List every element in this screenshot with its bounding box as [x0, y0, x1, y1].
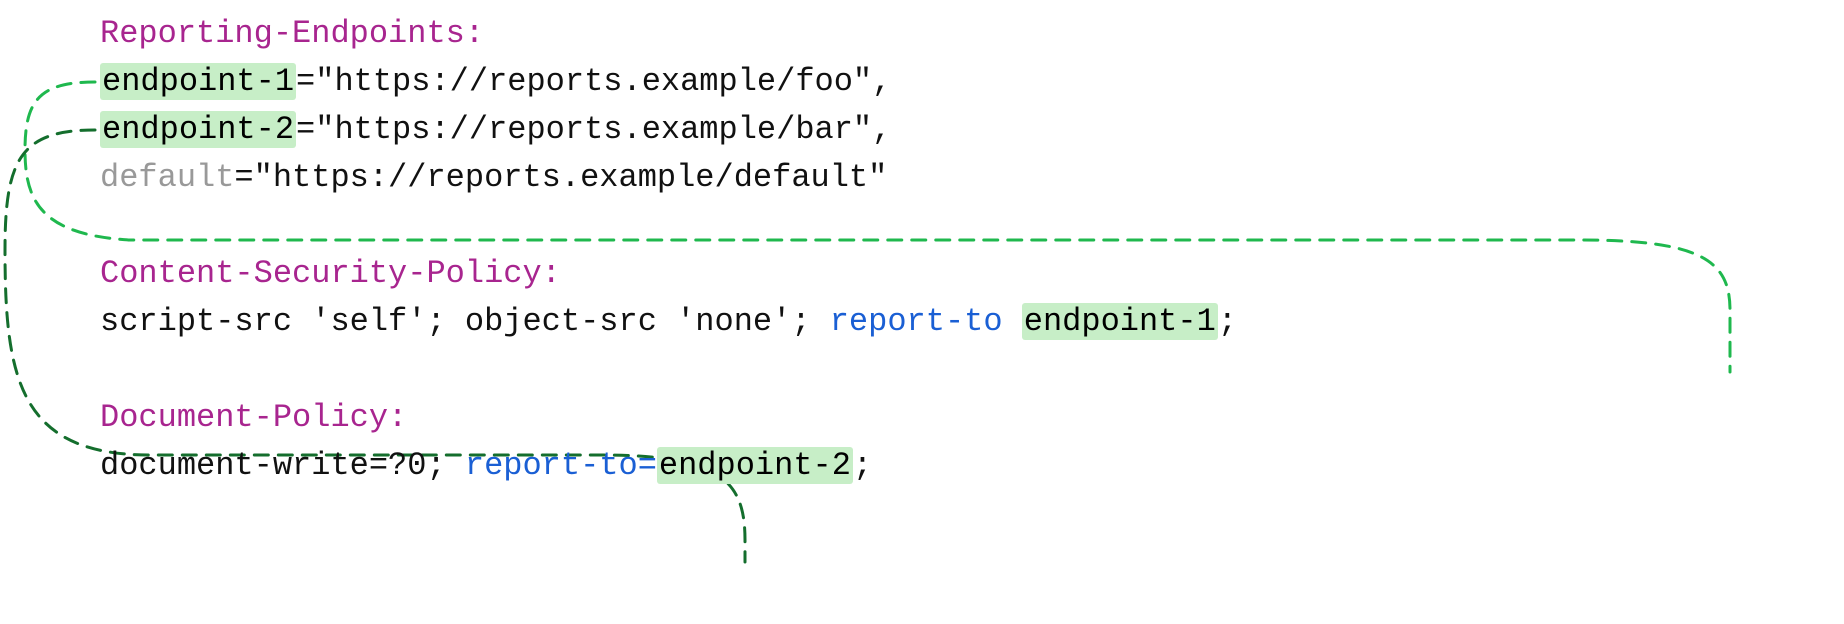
document-policy-block: Document-Policy: document-write=?0; repo…	[100, 394, 1824, 490]
reporting-header-name: Reporting-Endpoints:	[100, 15, 484, 52]
docpolicy-report-to-keyword: report-to	[465, 447, 638, 484]
csp-directives: script-src 'self'; object-src 'none';	[100, 303, 830, 340]
code-block: Reporting-Endpoints: endpoint-1="https:/…	[100, 10, 1824, 490]
docpolicy-report-to-target: endpoint-2	[657, 447, 853, 484]
docpolicy-directives: document-write=?0;	[100, 447, 465, 484]
endpoint-1-key: endpoint-1	[100, 63, 296, 100]
csp-report-to-target: endpoint-1	[1022, 303, 1218, 340]
endpoint-2-key: endpoint-2	[100, 111, 296, 148]
endpoint-1-url: "https://reports.example/foo"	[315, 63, 872, 100]
default-endpoint-url: "https://reports.example/default"	[254, 159, 888, 196]
reporting-endpoints-block: Reporting-Endpoints: endpoint-1="https:/…	[100, 10, 1824, 202]
csp-block: Content-Security-Policy: script-src 'sel…	[100, 250, 1824, 346]
endpoint-2-url: "https://reports.example/bar"	[315, 111, 872, 148]
csp-header-name: Content-Security-Policy:	[100, 255, 561, 292]
csp-report-to-keyword: report-to	[830, 303, 1003, 340]
docpolicy-header-name: Document-Policy:	[100, 399, 407, 436]
default-endpoint-key: default	[100, 159, 234, 196]
